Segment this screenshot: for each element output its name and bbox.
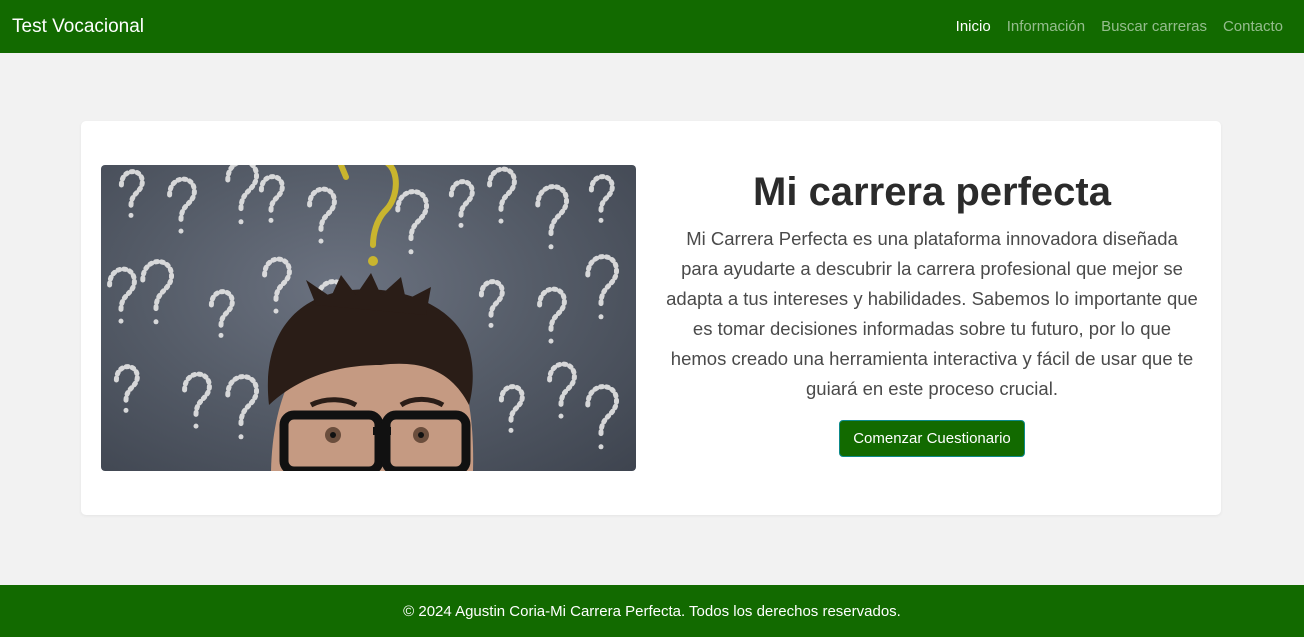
chalk-question-dot [508, 427, 514, 433]
chalk-question-mark [498, 384, 525, 424]
chalk-question-dot [238, 434, 244, 440]
chalk-question-mark [585, 384, 619, 437]
chalk-question-dot [318, 238, 324, 244]
chalk-question-dot [558, 413, 564, 419]
chalk-question-dot [128, 212, 134, 218]
footer-text: © 2024 Agustin Coria-Mi Carrera Perfecta… [403, 602, 901, 620]
nav-link-inicio[interactable]: Inicio [956, 18, 991, 35]
chalk-question-dot [218, 332, 224, 338]
chalk-question-mark [182, 371, 212, 418]
chalk-question-mark [307, 186, 337, 233]
chalk-question-dot [488, 322, 494, 328]
chalk-question-dot [498, 218, 504, 224]
hero-description: Mi Carrera Perfecta es una plataforma in… [666, 228, 1198, 399]
start-questionnaire-button[interactable]: Comenzar Cuestionario [839, 420, 1025, 457]
chalk-question-dot [153, 319, 159, 325]
hero-content: Mi carrera perfecta Mi Carrera Perfecta … [664, 167, 1200, 457]
chalk-question-mark [258, 174, 285, 214]
chalk-question-mark [208, 289, 235, 329]
chalk-question-mark [535, 184, 569, 237]
hero-title: Mi carrera perfecta [753, 170, 1111, 214]
chalk-question-dot [598, 444, 604, 450]
chalk-question-mark [588, 174, 615, 214]
chalk-question-dot [598, 314, 604, 320]
chalk-question-dot [118, 318, 124, 324]
chalk-question-mark [478, 279, 505, 319]
chalk-question-mark [167, 176, 197, 223]
chalk-question-mark [487, 166, 517, 213]
chalk-question-mark [537, 286, 567, 333]
question-marks-illustration [107, 165, 619, 471]
person-head [267, 273, 474, 471]
chalk-question-mark [395, 189, 429, 242]
chalk-question-mark [113, 364, 140, 404]
nav-link-informacion[interactable]: Información [1007, 18, 1085, 35]
chalk-question-dot [123, 407, 129, 413]
chalk-question-mark [585, 254, 619, 307]
chalk-question-mark [225, 165, 259, 212]
chalk-question-mark [547, 361, 577, 408]
chalk-question-mark [448, 179, 475, 219]
chalk-question-mark [107, 266, 137, 313]
chalk-question-dot [193, 423, 199, 429]
chalk-question-mark [225, 374, 259, 427]
chalk-question-dot [408, 249, 414, 255]
chalk-question-dot [268, 217, 274, 223]
chalk-question-dot [548, 244, 554, 250]
chalk-question-dot [458, 222, 464, 228]
chalk-question-dot [178, 228, 184, 234]
chalk-question-mark [262, 256, 292, 303]
hero-card: Mi carrera perfecta Mi Carrera Perfecta … [81, 121, 1221, 515]
chalk-question-dot [598, 217, 604, 223]
nav-links: Inicio Información Buscar carreras Conta… [956, 18, 1283, 35]
chalk-question-dot [273, 308, 279, 314]
chalk-question-dot [548, 338, 554, 344]
hero-image [101, 165, 636, 471]
navbar-brand[interactable]: Test Vocacional [12, 16, 144, 38]
top-navbar: Test Vocacional Inicio Información Busca… [0, 0, 1304, 53]
nav-link-buscar-carreras[interactable]: Buscar carreras [1101, 18, 1207, 35]
footer: © 2024 Agustin Coria-Mi Carrera Perfecta… [0, 585, 1304, 637]
chalk-question-mark [140, 259, 174, 312]
nav-link-contacto[interactable]: Contacto [1223, 18, 1283, 35]
chalk-question-dot [238, 219, 244, 225]
chalk-question-mark [118, 169, 145, 209]
